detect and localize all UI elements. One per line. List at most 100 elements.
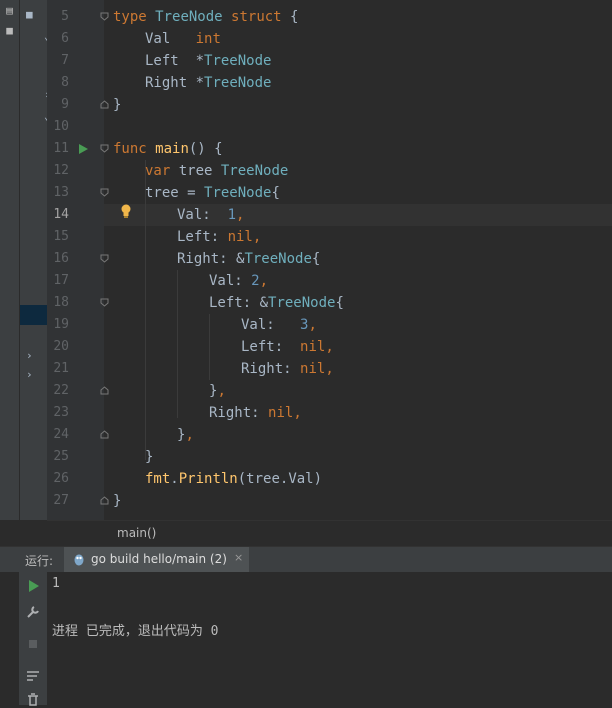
field-key: Right:: [209, 405, 269, 421]
line-number: 16: [53, 251, 69, 266]
keyword: func: [113, 141, 147, 157]
run-icon[interactable]: [25, 578, 41, 594]
pointer: *: [195, 53, 205, 69]
field-name: Left: [145, 53, 179, 69]
package-name: fmt: [145, 471, 171, 487]
line-number: 15: [53, 229, 69, 244]
fold-marker-icon[interactable]: [100, 12, 109, 21]
console-line: 1: [52, 576, 60, 591]
line-number: 12: [53, 163, 69, 178]
fold-marker-icon[interactable]: [100, 496, 109, 505]
line-number: 22: [53, 383, 69, 398]
code-line: Val: 1,: [177, 204, 244, 226]
field-key: Val:: [241, 317, 301, 333]
code-line: Right: &TreeNode{: [177, 248, 320, 270]
keyword: var: [145, 163, 171, 179]
line-number: 14: [53, 207, 69, 222]
code-line: },: [177, 424, 194, 446]
wrench-icon[interactable]: [25, 604, 41, 620]
process-exit-message: 进程 已完成，退出代码为 0: [52, 624, 219, 639]
trash-icon[interactable]: [25, 692, 41, 708]
identifier: tree: [170, 163, 221, 179]
selected-tree-row[interactable]: [20, 305, 47, 325]
fold-marker-icon[interactable]: [100, 430, 109, 439]
folder-icon[interactable]: ■: [3, 24, 16, 37]
paren: () {: [188, 141, 223, 157]
chevron-right-icon[interactable]: ›: [26, 349, 33, 362]
code-line: Val int: [145, 28, 221, 50]
fold-marker-icon[interactable]: [100, 386, 109, 395]
field-name: Val: [145, 31, 171, 47]
type-name: TreeNode: [204, 53, 272, 69]
breadcrumb: main(): [47, 520, 612, 546]
nil-literal: nil: [300, 361, 326, 377]
gopher-icon: [74, 554, 84, 566]
run-config-tab[interactable]: go build hello/main (2) ×: [64, 547, 249, 572]
tree-item-icon[interactable]: ■: [26, 8, 33, 21]
left-tool-strip: ▤ ■: [0, 0, 20, 520]
line-number: 11: [53, 141, 69, 156]
line-number: 5: [61, 9, 69, 24]
console-output[interactable]: 1 进程 已完成，退出代码为 0: [47, 572, 612, 705]
code-line: Left: nil,: [241, 336, 334, 358]
line-number: 23: [53, 405, 69, 420]
line-number: 10: [53, 119, 69, 134]
fold-marker-icon[interactable]: [100, 298, 109, 307]
code-line: },: [209, 380, 226, 402]
run-config-tab-label: go build hello/main (2): [91, 552, 227, 566]
fold-marker-icon[interactable]: [100, 100, 109, 109]
code-line: func main() {: [113, 138, 223, 160]
line-number: 17: [53, 273, 69, 288]
fold-marker-icon[interactable]: [100, 188, 109, 197]
project-view-icon[interactable]: ▤: [3, 4, 16, 17]
fold-marker-icon[interactable]: [100, 254, 109, 263]
line-number: 21: [53, 361, 69, 376]
type-name: TreeNode: [204, 75, 272, 91]
project-tree-panel: ■ ⌄ › ⌄ › ›: [20, 0, 51, 520]
keyword: struct: [231, 9, 282, 25]
nil-literal: nil: [268, 405, 294, 421]
type-name: TreeNode: [244, 251, 312, 267]
comma: ,: [325, 361, 334, 377]
arguments: (tree.Val): [237, 471, 323, 487]
code-line: Left *TreeNode: [145, 50, 271, 72]
close-icon[interactable]: ×: [234, 551, 243, 564]
code-line: }: [113, 493, 122, 509]
brace: {: [335, 295, 344, 311]
line-number: 26: [53, 471, 69, 486]
type-name: TreeNode: [268, 295, 336, 311]
field-key: Right:: [177, 251, 237, 267]
run-gutter-icon[interactable]: [79, 144, 88, 154]
code-line: }: [145, 449, 154, 465]
type-name: TreeNode: [220, 163, 289, 179]
dot: .: [170, 471, 179, 487]
stop-icon[interactable]: [25, 636, 41, 652]
pointer: *: [195, 75, 205, 91]
soft-wrap-icon[interactable]: [25, 668, 41, 684]
chevron-right-icon[interactable]: ›: [26, 368, 33, 381]
code-line: fmt.Println(tree.Val): [145, 468, 322, 490]
line-number: 9: [61, 97, 69, 112]
code-line: var tree TreeNode: [145, 160, 288, 182]
field-key: Right:: [241, 361, 301, 377]
function-name: main: [155, 141, 189, 157]
code-line: tree = TreeNode{: [145, 182, 280, 204]
comma: ,: [259, 273, 269, 289]
code-line: Val: 3,: [241, 314, 317, 336]
run-toolwindow-header: 运行: go build hello/main (2) ×: [0, 546, 612, 573]
fold-marker-icon[interactable]: [100, 144, 109, 153]
code-line: Right: nil,: [241, 358, 334, 380]
comma: ,: [325, 339, 334, 355]
lightbulb-icon[interactable]: [120, 204, 132, 218]
line-number: 18: [53, 295, 69, 310]
number: 1: [227, 207, 237, 223]
field-key: Left:: [209, 295, 260, 311]
code-line: Right: nil,: [209, 402, 302, 424]
indent-guide: [177, 270, 178, 418]
code-line: }: [113, 97, 122, 113]
indent-guide: [209, 314, 210, 380]
brace: {: [281, 9, 299, 25]
field-name: Right: [145, 75, 188, 91]
breadcrumb-item[interactable]: main(): [117, 526, 156, 540]
line-number: 20: [53, 339, 69, 354]
